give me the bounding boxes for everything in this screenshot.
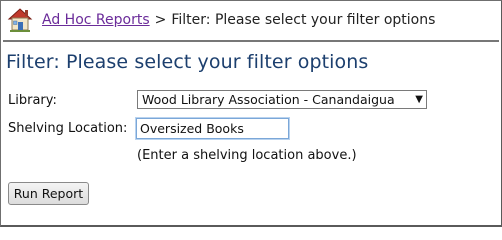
breadcrumb-current: Filter: Please select your filter option… <box>171 12 436 28</box>
breadcrumb: Ad Hoc Reports > Filter: Please select you… <box>6 4 435 36</box>
house-icon[interactable] <box>6 6 34 34</box>
library-label: Library: <box>8 93 57 108</box>
shelving-location-label: Shelving Location: <box>8 121 128 136</box>
header-divider <box>3 40 499 42</box>
library-select-value: Wood Library Association - Canandaigua <box>142 92 395 107</box>
breadcrumb-separator: > <box>154 12 167 28</box>
run-report-button[interactable]: Run Report <box>8 182 89 205</box>
dropdown-arrow-icon[interactable]: ▼ <box>415 91 423 108</box>
shelving-location-input[interactable] <box>136 118 289 139</box>
library-select[interactable]: Wood Library Association - Canandaigua ▼ <box>137 90 427 109</box>
page-title: Filter: Please select your filter option… <box>6 51 369 73</box>
shelving-location-hint: (Enter a shelving location above.) <box>137 148 357 163</box>
breadcrumb-link-ad-hoc-reports[interactable]: Ad Hoc Reports <box>42 12 150 28</box>
